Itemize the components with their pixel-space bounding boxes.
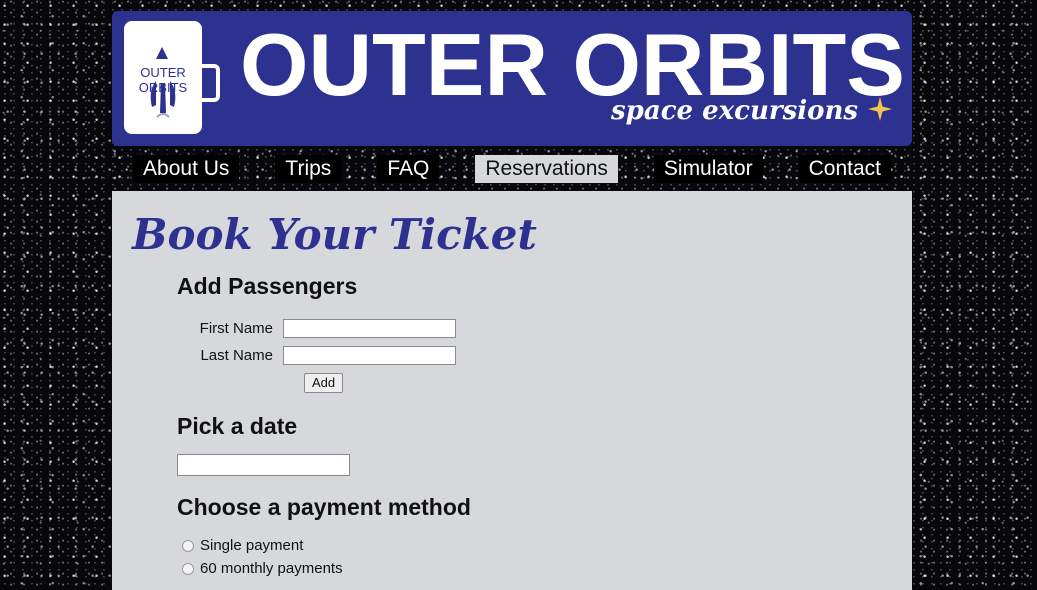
payment-option-monthly[interactable]: 60 monthly payments (182, 560, 343, 578)
nav-simulator[interactable]: Simulator (653, 155, 763, 183)
header-banner: OUTER ORBITS OUTER ORBITS space excursio… (112, 11, 912, 146)
payment-method-heading: Choose a payment method (177, 494, 471, 520)
first-name-label: First Name (199, 320, 273, 337)
logo-text: OUTER ORBITS (124, 65, 202, 95)
nav-about-us[interactable]: About Us (133, 155, 240, 183)
single-payment-radio[interactable] (182, 540, 194, 552)
logo-mug-handle (200, 64, 220, 102)
add-passenger-button[interactable]: Add (304, 373, 344, 393)
last-name-label: Last Name (200, 347, 273, 364)
nav-trips[interactable]: Trips (275, 155, 342, 183)
date-input[interactable] (177, 454, 350, 476)
logo-line2: ORBITS (138, 80, 188, 95)
monthly-payments-radio[interactable] (182, 563, 194, 575)
site-subtitle: space excursions (611, 96, 858, 126)
nav-contact[interactable]: Contact (798, 155, 891, 183)
nav-faq[interactable]: FAQ (377, 155, 440, 183)
single-payment-label: Single payment (200, 537, 304, 554)
logo[interactable]: OUTER ORBITS (124, 21, 202, 134)
add-passengers-heading: Add Passengers (177, 273, 358, 299)
pick-date-heading: Pick a date (177, 413, 298, 439)
last-name-input[interactable] (283, 346, 456, 365)
sparkle-icon (868, 97, 892, 121)
main-nav: About Us Trips FAQ Reservations Simulato… (112, 150, 912, 188)
nav-reservations[interactable]: Reservations (475, 155, 618, 183)
page-title: Book Your Ticket (132, 210, 537, 259)
logo-line1: OUTER (140, 65, 186, 80)
first-name-input[interactable] (283, 319, 456, 338)
monthly-payments-label: 60 monthly payments (200, 560, 343, 577)
payment-option-single[interactable]: Single payment (182, 537, 303, 555)
main-content: Book Your Ticket Add Passengers First Na… (112, 191, 912, 590)
